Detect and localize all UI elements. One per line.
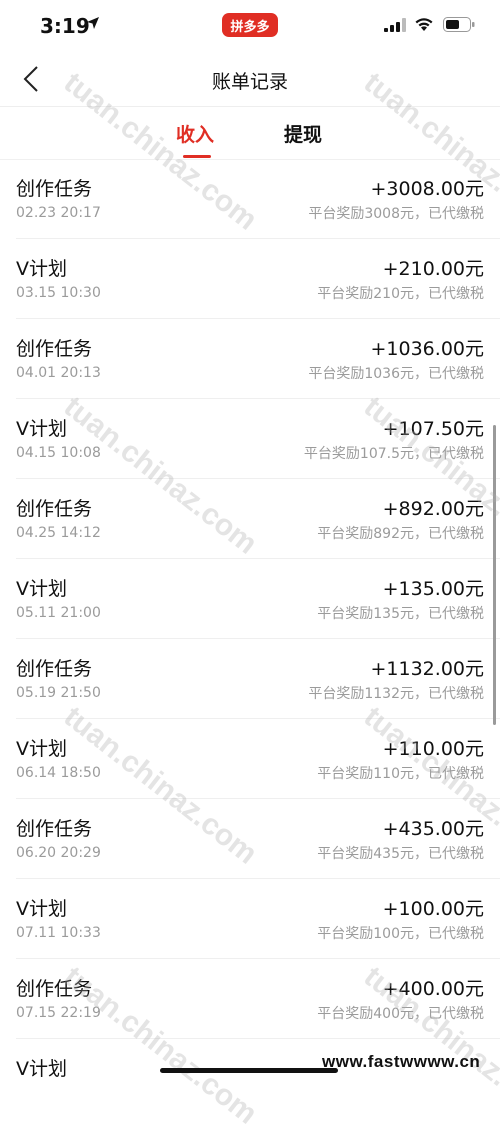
record-note: 平台奖励100元，已代缴税 [317, 926, 484, 942]
record-title: 创作任务 [16, 978, 93, 1000]
list-item[interactable]: 创作任务 02.23 20:17 +3008.00元 平台奖励3008元，已代缴… [16, 159, 500, 239]
location-arrow-icon [87, 17, 99, 29]
record-date: 05.19 21:50 [16, 685, 101, 701]
record-date: 05.11 21:00 [16, 605, 101, 621]
record-title: 创作任务 [16, 658, 93, 680]
record-amount: +435.00元 [382, 818, 484, 840]
record-note: 平台奖励1036元，已代缴税 [308, 366, 484, 382]
record-list: 创作任务 02.23 20:17 +3008.00元 平台奖励3008元，已代缴… [0, 159, 500, 1118]
list-item[interactable]: 创作任务 05.19 21:50 +1132.00元 平台奖励1132元，已代缴… [16, 639, 500, 719]
status-time: 3:19 [40, 14, 90, 38]
record-amount: +210.00元 [382, 258, 484, 280]
record-title: V计划 [16, 898, 67, 920]
record-amount: +110.00元 [382, 738, 484, 760]
tab-withdraw[interactable]: 提现 [284, 120, 322, 147]
record-amount: +100.00元 [382, 898, 484, 920]
list-item[interactable]: V计划 03.15 10:30 +210.00元 平台奖励210元，已代缴税 [16, 239, 500, 319]
record-date: 03.15 10:30 [16, 285, 101, 301]
record-title: V计划 [16, 578, 67, 600]
record-title: V计划 [16, 1058, 67, 1080]
record-amount: +892.00元 [382, 498, 484, 520]
list-item[interactable]: V计划 04.15 10:08 +107.50元 平台奖励107.5元，已代缴税 [16, 399, 500, 479]
record-note: 平台奖励107.5元，已代缴税 [303, 446, 484, 462]
record-date: 04.01 20:13 [16, 365, 101, 381]
record-title: 创作任务 [16, 178, 93, 200]
wifi-icon [415, 18, 433, 31]
active-tab-indicator [183, 155, 211, 158]
home-indicator [160, 1068, 338, 1073]
record-date: 04.25 14:12 [16, 525, 101, 541]
status-bar: 3:19 拼多多 [0, 0, 500, 52]
record-title: V计划 [16, 258, 67, 280]
record-note: 平台奖励110元，已代缴税 [317, 766, 484, 782]
tab-bar: 收入 提现 [0, 107, 500, 160]
list-item[interactable]: V计划 07.11 10:33 +100.00元 平台奖励100元，已代缴税 [16, 879, 500, 959]
record-note: 平台奖励400元，已代缴税 [317, 1006, 484, 1022]
record-date: 06.20 20:29 [16, 845, 101, 861]
list-item[interactable]: V计划 [16, 1039, 500, 1118]
cellular-signal-icon [384, 18, 406, 32]
battery-icon [443, 17, 475, 32]
list-item[interactable]: 创作任务 06.20 20:29 +435.00元 平台奖励435元，已代缴税 [16, 799, 500, 879]
record-date: 02.23 20:17 [16, 205, 101, 221]
record-date: 04.15 10:08 [16, 445, 101, 461]
record-amount: +400.00元 [382, 978, 484, 1000]
record-amount: +1036.00元 [370, 338, 485, 360]
record-title: V计划 [16, 738, 67, 760]
list-item[interactable]: 创作任务 07.15 22:19 +400.00元 平台奖励400元，已代缴税 [16, 959, 500, 1039]
record-note: 平台奖励210元，已代缴税 [317, 286, 484, 302]
record-title: V计划 [16, 418, 67, 440]
record-amount: +107.50元 [382, 418, 484, 440]
record-date: 06.14 18:50 [16, 765, 101, 781]
scrollbar[interactable] [493, 425, 496, 725]
app-badge: 拼多多 [222, 13, 278, 37]
record-date: 07.15 22:19 [16, 1005, 101, 1021]
nav-bar: 账单记录 [0, 52, 500, 107]
record-amount: +1132.00元 [370, 658, 485, 680]
record-note: 平台奖励435元，已代缴税 [317, 846, 484, 862]
record-note: 平台奖励3008元，已代缴税 [308, 206, 484, 222]
record-title: 创作任务 [16, 498, 93, 520]
record-amount: +3008.00元 [370, 178, 485, 200]
list-item[interactable]: V计划 05.11 21:00 +135.00元 平台奖励135元，已代缴税 [16, 559, 500, 639]
tab-income[interactable]: 收入 [176, 120, 214, 147]
record-date: 07.11 10:33 [16, 925, 101, 941]
corner-watermark: www.fastwwww.cn [322, 1052, 481, 1071]
record-amount: +135.00元 [382, 578, 484, 600]
record-title: 创作任务 [16, 818, 93, 840]
record-note: 平台奖励892元，已代缴税 [317, 526, 484, 542]
page-title: 账单记录 [211, 71, 288, 93]
list-item[interactable]: V计划 06.14 18:50 +110.00元 平台奖励110元，已代缴税 [16, 719, 500, 799]
record-note: 平台奖励1132元，已代缴税 [308, 686, 484, 702]
record-title: 创作任务 [16, 338, 93, 360]
record-note: 平台奖励135元，已代缴税 [317, 606, 484, 622]
list-item[interactable]: 创作任务 04.25 14:12 +892.00元 平台奖励892元，已代缴税 [16, 479, 500, 559]
list-item[interactable]: 创作任务 04.01 20:13 +1036.00元 平台奖励1036元，已代缴… [16, 319, 500, 399]
